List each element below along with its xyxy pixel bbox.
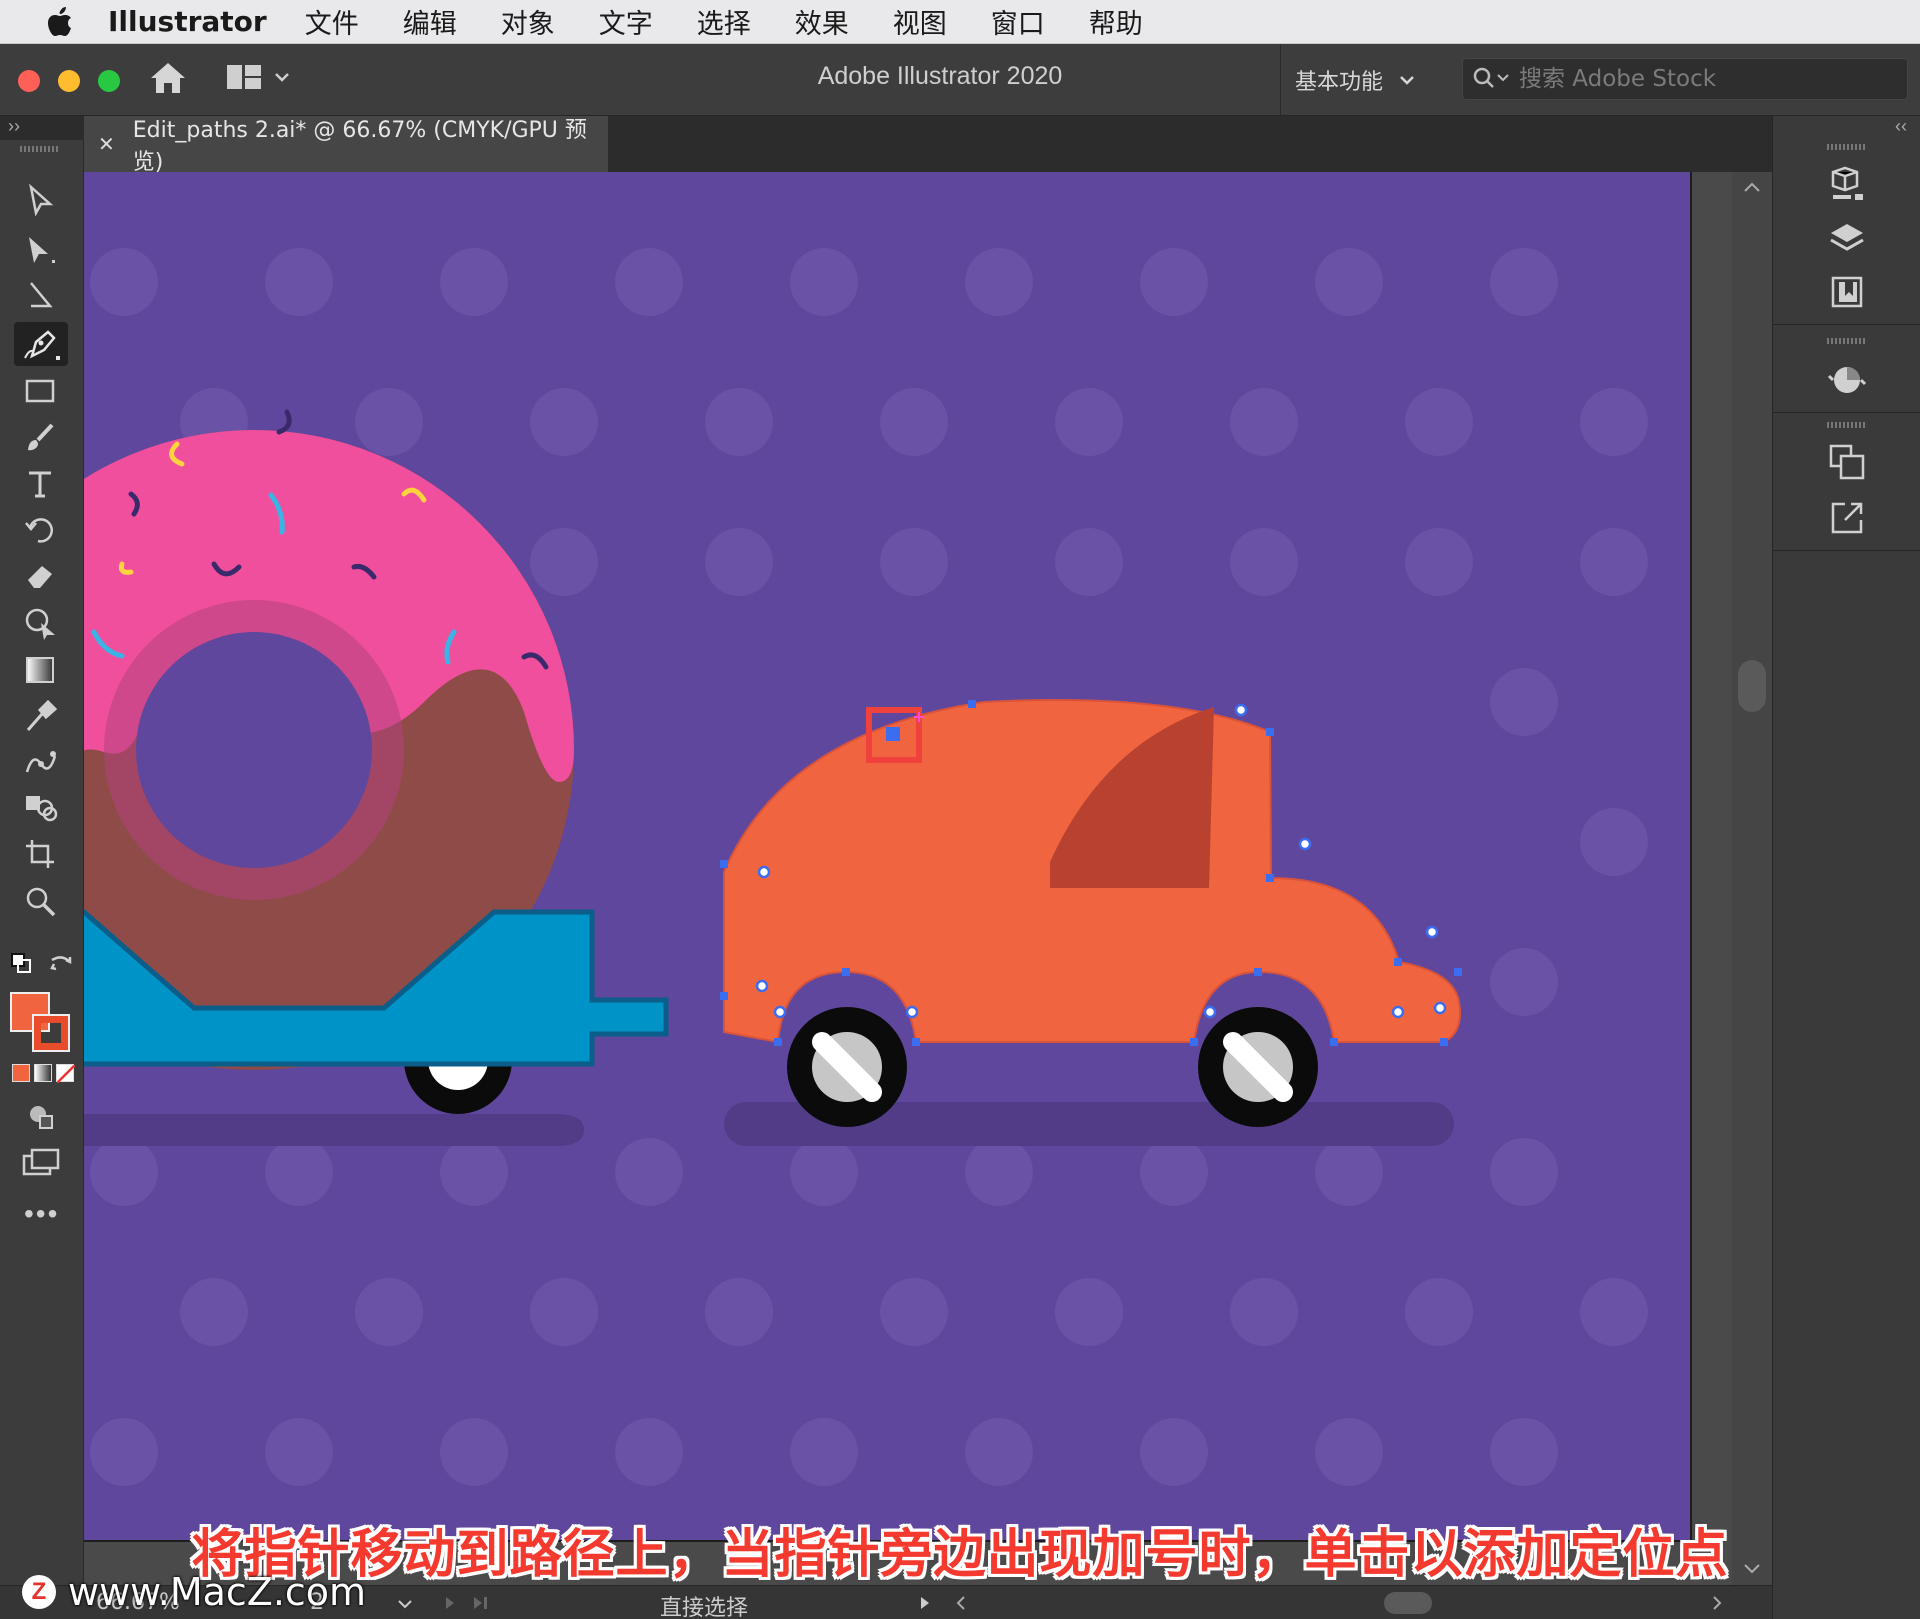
direct-selection-tool[interactable] xyxy=(14,228,68,272)
layers-panel-icon[interactable] xyxy=(1819,216,1875,264)
scroll-left-icon[interactable] xyxy=(954,1594,968,1612)
pen-tool[interactable] xyxy=(14,322,68,366)
eraser-tool[interactable] xyxy=(14,554,68,598)
transform-panel-icon[interactable] xyxy=(1819,438,1875,486)
app-name-menu[interactable]: Illustrator xyxy=(108,5,267,38)
eraser-icon xyxy=(28,566,52,588)
puppet-warp-icon xyxy=(25,751,57,773)
apple-icon[interactable] xyxy=(40,0,80,44)
menu-window[interactable]: 窗口 xyxy=(991,2,1045,41)
zoom-icon xyxy=(26,887,56,917)
menu-select[interactable]: 选择 xyxy=(697,2,751,41)
right-panel-dock: ‹‹ xyxy=(1772,116,1920,1619)
title-bar: Adobe Illustrator 2020 基本功能 xyxy=(0,44,1920,116)
menu-type[interactable]: 文字 xyxy=(599,2,653,41)
default-colors-icon[interactable] xyxy=(10,952,36,981)
search-icon xyxy=(1473,67,1509,88)
paintbrush-icon xyxy=(28,423,54,451)
rectangle-icon xyxy=(25,379,55,403)
shape-builder-icon xyxy=(25,608,55,640)
export-panel-icon[interactable] xyxy=(1819,494,1875,542)
watermark-logo: Z xyxy=(22,1575,56,1609)
close-tab-icon[interactable]: ✕ xyxy=(98,132,115,156)
scroll-up-icon[interactable] xyxy=(1742,180,1762,194)
watermark: Z www.MacZ.com xyxy=(22,1570,366,1614)
blend-tool[interactable] xyxy=(14,786,68,830)
properties-panel-icon[interactable] xyxy=(1819,160,1875,208)
menu-view[interactable]: 视图 xyxy=(893,2,947,41)
gradient-tool[interactable] xyxy=(14,648,68,692)
document-tab-bar: ›› ✕ Edit_paths 2.ai* @ 66.67% (CMYK/GPU… xyxy=(0,116,1920,175)
trailer-shadow xyxy=(84,1114,584,1146)
color-guide-panel-icon[interactable] xyxy=(1819,356,1875,404)
stroke-color-swatch[interactable] xyxy=(32,1014,70,1052)
direct-selection-arrow-icon xyxy=(29,237,55,263)
artboard[interactable] xyxy=(84,172,1692,1542)
artboard-icon xyxy=(26,840,54,868)
current-tool-status[interactable]: 直接选择 xyxy=(660,1590,748,1619)
curvature-icon xyxy=(30,282,53,308)
screen-mode-icon[interactable] xyxy=(22,1148,60,1183)
horizontal-scroll-thumb[interactable] xyxy=(1384,1592,1432,1614)
adobe-stock-search[interactable] xyxy=(1462,58,1908,100)
menu-effect[interactable]: 效果 xyxy=(795,2,849,41)
rotate-tool[interactable] xyxy=(14,508,68,552)
scroll-right-icon[interactable] xyxy=(1710,1594,1724,1612)
zoom-tool[interactable] xyxy=(14,880,68,924)
panel-grip[interactable] xyxy=(1827,144,1867,150)
puppet-warp-tool[interactable] xyxy=(14,740,68,784)
none-mode-button[interactable] xyxy=(56,1064,75,1083)
zoom-dropdown-chevron-icon[interactable] xyxy=(396,1598,414,1610)
blend-icon xyxy=(26,796,58,822)
gradient-mode-button[interactable] xyxy=(34,1064,52,1082)
selection-tool[interactable] xyxy=(14,178,68,222)
paintbrush-tool[interactable] xyxy=(14,416,68,460)
toolbar-grip[interactable] xyxy=(20,146,60,152)
swap-colors-icon[interactable] xyxy=(48,952,76,983)
status-menu-icon[interactable] xyxy=(918,1594,932,1612)
shape-builder-tool[interactable] xyxy=(14,602,68,646)
menu-file[interactable]: 文件 xyxy=(305,2,359,41)
menu-bar: Illustrator 文件 编辑 对象 文字 选择 效果 视图 窗口 帮助 xyxy=(0,0,1920,44)
canvas-area[interactable] xyxy=(84,172,1772,1585)
eyedropper-tool[interactable] xyxy=(14,694,68,738)
draw-mode-icon[interactable] xyxy=(26,1102,56,1135)
artwork xyxy=(84,248,1648,1486)
rectangle-tool[interactable] xyxy=(14,370,68,414)
panel-grip[interactable] xyxy=(1827,422,1867,428)
pen-icon xyxy=(24,330,60,360)
collapse-panel-icon[interactable]: ‹‹ xyxy=(1895,116,1907,137)
color-mode-buttons xyxy=(12,1064,75,1083)
eyedropper-icon xyxy=(26,700,58,731)
menu-edit[interactable]: 编辑 xyxy=(403,2,457,41)
type-tool[interactable] xyxy=(14,462,68,506)
libraries-panel-icon[interactable] xyxy=(1819,268,1875,316)
color-mode-button[interactable] xyxy=(12,1064,30,1082)
artboard-tool[interactable] xyxy=(14,832,68,876)
watermark-text: www.MacZ.com xyxy=(68,1570,367,1614)
document-tab[interactable]: ✕ Edit_paths 2.ai* @ 66.67% (CMYK/GPU 预览… xyxy=(84,116,608,175)
workspace-switcher[interactable]: 基本功能 xyxy=(1280,44,1440,116)
panel-grip[interactable] xyxy=(1827,338,1867,344)
selection-arrow-icon xyxy=(29,184,54,216)
car-illustration xyxy=(723,699,1461,1127)
group-selection-tool[interactable] xyxy=(14,274,68,318)
rotate-icon xyxy=(25,518,53,543)
search-input[interactable] xyxy=(1519,66,1879,92)
workspace-label: 基本功能 xyxy=(1295,70,1384,95)
vertical-scrollbar[interactable] xyxy=(1732,172,1772,1585)
collapse-toolbar-icon[interactable]: ›› xyxy=(8,116,20,137)
artboard-navigation-icons[interactable] xyxy=(440,1594,500,1612)
tools-panel: ••• xyxy=(0,140,84,1585)
more-tools-icon[interactable]: ••• xyxy=(24,1198,59,1230)
menu-help[interactable]: 帮助 xyxy=(1089,2,1143,41)
type-icon xyxy=(29,471,51,498)
document-tab-label: Edit_paths 2.ai* @ 66.67% (CMYK/GPU 预览) xyxy=(132,118,587,175)
chevron-down-icon xyxy=(1400,76,1414,85)
menu-object[interactable]: 对象 xyxy=(501,2,555,41)
gradient-icon xyxy=(26,657,54,683)
added-anchor-point xyxy=(886,727,900,741)
vertical-scroll-thumb[interactable] xyxy=(1738,660,1766,712)
